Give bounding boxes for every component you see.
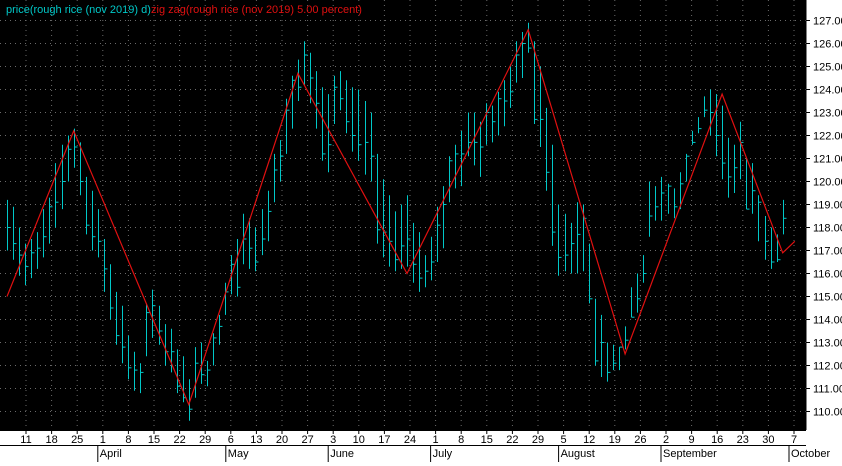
x-tick-label: 1 (433, 434, 439, 446)
month-label: July (433, 448, 453, 460)
y-tick-label: 116.00 (813, 269, 842, 281)
x-tick-label: 15 (481, 434, 493, 446)
x-tick-label: 29 (532, 434, 544, 446)
y-tick-label: 110.00 (813, 407, 842, 419)
x-tick-label: 10 (353, 434, 365, 446)
x-tick-label: 12 (583, 434, 595, 446)
x-tick-label: 16 (711, 434, 723, 446)
y-tick-label: 115.00 (813, 292, 842, 304)
x-tick-label: 8 (125, 434, 131, 446)
y-tick-label: 120.00 (813, 177, 842, 189)
x-tick-label: 13 (250, 434, 262, 446)
y-tick-label: 122.00 (813, 131, 842, 143)
x-tick-label: 30 (762, 434, 774, 446)
x-tick-label: 27 (301, 434, 313, 446)
x-tick-label: 9 (689, 434, 695, 446)
price-legend: price(rough rice (nov 2019) d) (6, 4, 151, 16)
zigzag-legend: zig zag(rough rice (nov 2019) 5.00 perce… (151, 4, 362, 16)
month-label: April (100, 448, 122, 460)
y-tick-label: 111.00 (813, 384, 842, 396)
x-tick-label: 15 (148, 434, 160, 446)
month-label: August (561, 448, 595, 460)
x-tick-label: 17 (378, 434, 390, 446)
x-tick-label: 1 (100, 434, 106, 446)
x-tick-label: 19 (609, 434, 621, 446)
x-tick-label: 6 (228, 434, 234, 446)
y-tick-label: 124.00 (813, 85, 842, 97)
x-tick-label: 22 (173, 434, 185, 446)
x-tick-label: 8 (458, 434, 464, 446)
y-tick-label: 123.00 (813, 108, 842, 120)
y-tick-label: 112.00 (813, 361, 842, 373)
month-label: June (330, 448, 354, 460)
y-tick-label: 114.00 (813, 315, 842, 327)
x-tick-label: 7 (791, 434, 797, 446)
x-tick-label: 24 (404, 434, 416, 446)
x-tick-label: 3 (330, 434, 336, 446)
x-tick-label: 2 (663, 434, 669, 446)
x-tick-label: 25 (71, 434, 83, 446)
x-tick-label: 5 (561, 434, 567, 446)
y-tick-label: 118.00 (813, 223, 842, 235)
x-tick-label: 20 (276, 434, 288, 446)
y-tick-label: 127.00 (813, 16, 842, 28)
price-chart: 110.00 111.00 112.00 113.00 114.00 115.00 116.… (0, 0, 842, 466)
month-label: May (228, 448, 249, 460)
x-tick-label: 22 (506, 434, 518, 446)
y-tick-label: 125.00 (813, 62, 842, 74)
y-tick-label: 113.00 (813, 338, 842, 350)
y-tick-label: 117.00 (813, 246, 842, 258)
x-tick-label: 26 (634, 434, 646, 446)
y-tick-label: 121.00 (813, 154, 842, 166)
x-tick-label: 29 (199, 434, 211, 446)
y-tick-label: 119.00 (813, 200, 842, 212)
y-tick-label: 126.00 (813, 39, 842, 51)
month-label: October (791, 448, 830, 460)
x-tick-label: 11 (20, 434, 31, 446)
month-label: September (663, 448, 717, 460)
x-tick-label: 23 (737, 434, 749, 446)
x-tick-label: 18 (45, 434, 57, 446)
